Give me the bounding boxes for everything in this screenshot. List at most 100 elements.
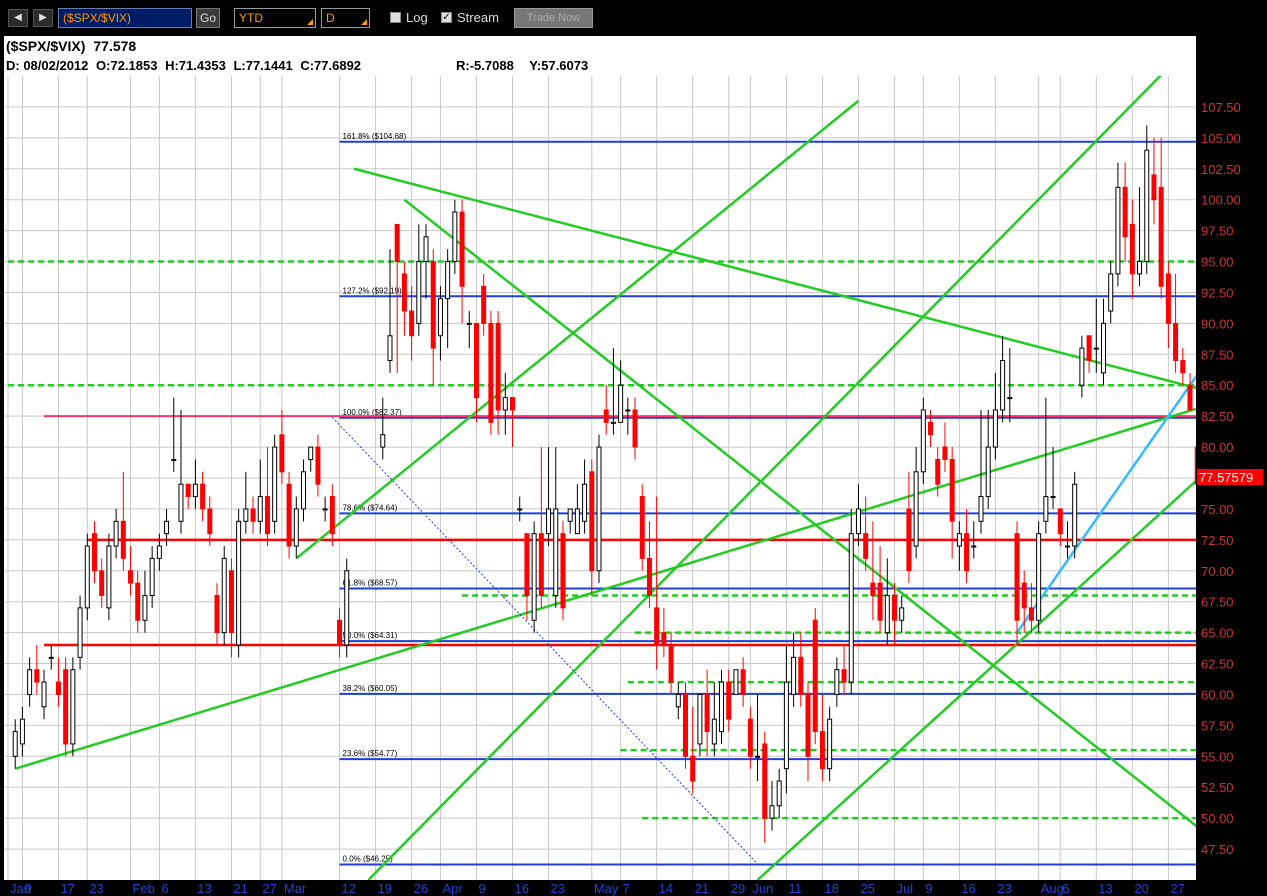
y-tick-label: 87.50 xyxy=(1201,347,1234,362)
candle-body xyxy=(1007,397,1013,400)
candle-body xyxy=(416,261,422,324)
candle-body xyxy=(920,409,926,473)
candle-body xyxy=(567,508,573,522)
candle-body xyxy=(488,322,494,423)
candle-body xyxy=(899,607,905,621)
candle-body xyxy=(834,669,840,695)
symbol-input[interactable]: ($SPX/$VIX) xyxy=(58,8,192,28)
candle-body xyxy=(1079,347,1085,386)
x-tick-label: 29 xyxy=(731,881,745,896)
candle-body xyxy=(178,483,184,522)
candle-body xyxy=(106,545,112,609)
candle-body xyxy=(207,508,213,535)
candle-body xyxy=(156,545,162,559)
x-tick-label: 11 xyxy=(788,881,802,896)
ohlc-readout: D: 08/02/2012 O:72.1853 H:71.4353 L:77.1… xyxy=(6,58,365,73)
stream-checkbox[interactable]: ✓ xyxy=(441,12,452,23)
candle-body xyxy=(719,681,725,733)
x-tick-label: May xyxy=(594,881,619,896)
low-readout: L:77.1441 xyxy=(233,58,293,73)
log-label: Log xyxy=(406,10,428,25)
y-tick-label: 102.50 xyxy=(1201,162,1241,177)
trade-now-button[interactable]: Trade Now xyxy=(514,8,593,28)
candle-body xyxy=(1021,582,1027,609)
candle-body xyxy=(971,545,977,548)
fib-level-label: 161.8% ($104.68) xyxy=(343,132,407,141)
x-tick-label: 21 xyxy=(233,881,247,896)
candle-body xyxy=(214,595,220,634)
y-tick-label: 60.00 xyxy=(1201,687,1234,702)
log-checkbox[interactable] xyxy=(390,12,401,23)
candle-body xyxy=(63,669,69,745)
candle-body xyxy=(582,483,588,522)
candle-body xyxy=(55,681,61,695)
candle-body xyxy=(423,236,429,263)
candle-body xyxy=(632,409,638,448)
interval-dropdown[interactable]: D xyxy=(321,8,370,28)
go-button[interactable]: Go xyxy=(196,8,220,28)
candle-body xyxy=(445,261,451,300)
candle-body xyxy=(142,595,148,621)
candle-body xyxy=(661,632,667,646)
y-tick-label: 55.00 xyxy=(1201,749,1234,764)
price-chart[interactable]: 161.8% ($104.68)127.2% ($92.19)100.0% ($… xyxy=(0,36,1267,896)
fib-level-label: 38.2% ($60.05) xyxy=(343,684,398,693)
x-tick-label: 6 xyxy=(161,881,168,896)
candle-body xyxy=(409,310,415,337)
candle-body xyxy=(481,285,487,324)
chevron-left-icon[interactable]: ◀ xyxy=(8,9,28,27)
open-readout: O:72.1853 xyxy=(96,58,158,73)
candle-body xyxy=(1158,186,1164,287)
candle-body xyxy=(733,669,739,695)
chevron-right-icon[interactable]: ▶ xyxy=(33,9,53,27)
period-dropdown[interactable]: YTD xyxy=(234,8,316,28)
candle-body xyxy=(502,397,508,411)
x-tick-label: 27 xyxy=(1170,881,1184,896)
candle-body xyxy=(394,223,400,263)
fib-level-label: 23.6% ($54.77) xyxy=(343,749,398,758)
candle-body xyxy=(1014,533,1020,621)
candle-body xyxy=(113,520,119,547)
candle-body xyxy=(401,273,407,312)
candle-body xyxy=(1057,508,1063,535)
candle-body xyxy=(798,656,804,695)
dropdown-caret-icon xyxy=(307,19,313,25)
candle-body xyxy=(690,755,696,782)
y-tick-label: 67.50 xyxy=(1201,595,1234,610)
candle-body xyxy=(769,805,775,819)
y-tick-label: 72.50 xyxy=(1201,533,1234,548)
candle-body xyxy=(315,446,321,485)
period-value: YTD xyxy=(239,11,263,25)
candle-body xyxy=(149,557,155,597)
candle-body xyxy=(618,384,624,423)
interval-value: D xyxy=(326,11,335,25)
candle-body xyxy=(164,520,170,535)
candle-body xyxy=(301,471,306,510)
fib-level-label: 78.6% ($74.64) xyxy=(343,503,398,512)
candle-body xyxy=(625,409,631,412)
candle-body xyxy=(776,780,782,807)
y-readout: Y:57.6073 xyxy=(529,58,589,73)
candle-body xyxy=(430,261,436,349)
candle-body xyxy=(812,619,818,733)
candle-body xyxy=(200,483,206,510)
candle-body xyxy=(99,570,105,597)
candle-body xyxy=(286,483,292,547)
x-tick-label: 23 xyxy=(89,881,103,896)
candle-body xyxy=(841,669,847,683)
candle-body xyxy=(574,508,580,535)
y-tick-label: 62.50 xyxy=(1201,657,1234,672)
candle-body xyxy=(978,496,984,522)
candle-body xyxy=(855,508,861,535)
candle-body xyxy=(935,458,941,485)
candle-body xyxy=(726,681,732,720)
candle-body xyxy=(913,471,919,547)
candle-body xyxy=(1144,149,1150,263)
candle-body xyxy=(293,508,299,547)
x-tick-label: 23 xyxy=(997,881,1011,896)
candle-body xyxy=(1115,186,1121,275)
x-tick-label: 16 xyxy=(961,881,975,896)
candle-body xyxy=(510,397,516,411)
candle-body xyxy=(747,718,753,757)
candle-body xyxy=(589,471,595,572)
